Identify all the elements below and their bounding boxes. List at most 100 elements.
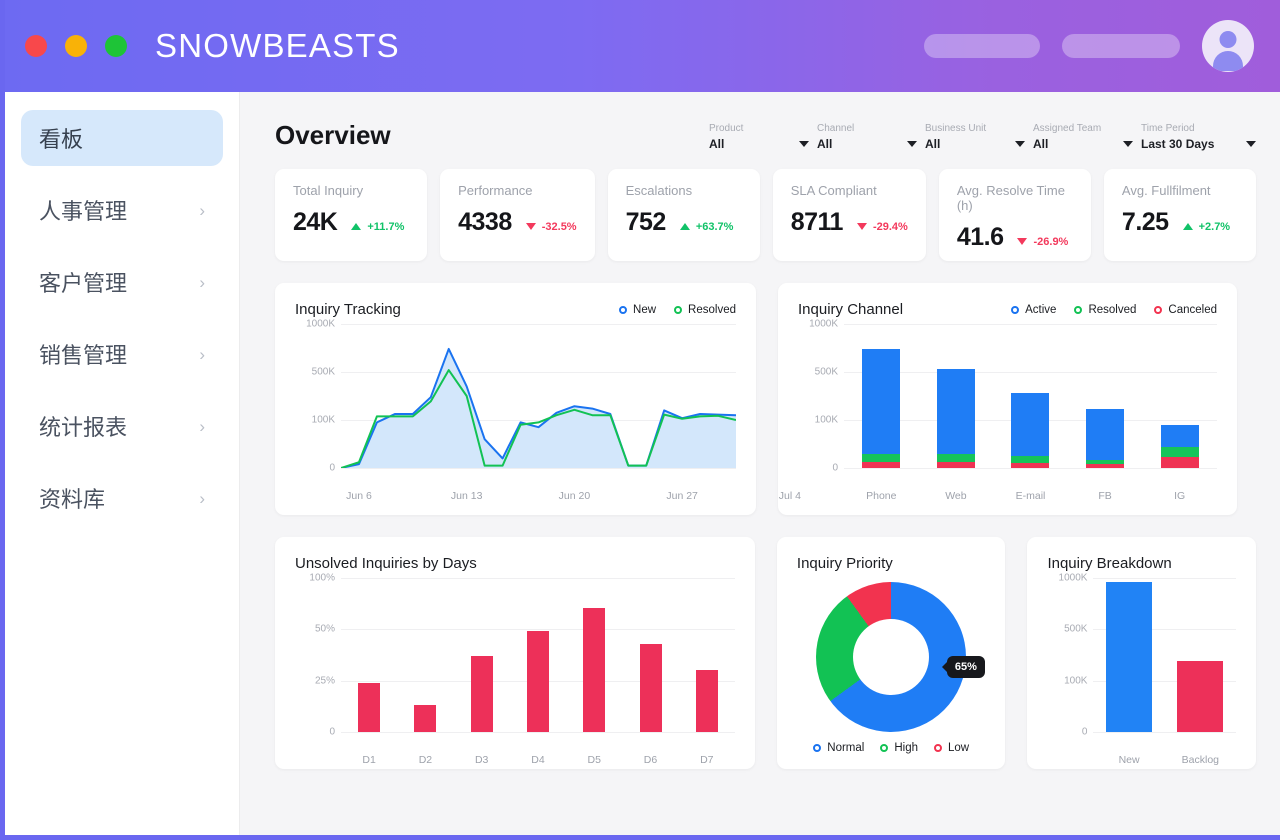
sidebar-item-hr[interactable]: 人事管理 › (21, 182, 223, 238)
chart-title: Inquiry Tracking (295, 301, 401, 318)
kpi-card-avg-resolve-time[interactable]: Avg. Resolve Time (h) 41.6 -26.9% (938, 169, 1091, 261)
bar[interactable] (358, 682, 381, 732)
donut-tooltip: 65% (946, 656, 985, 678)
kpi-card-sla-compliant[interactable]: SLA Compliant 8711 -29.4% (772, 169, 926, 261)
bar-segment-active (1086, 408, 1125, 461)
kpi-row: Total Inquiry 24K +11.7% Performance 433… (275, 169, 1257, 261)
avatar-head-icon (1219, 31, 1237, 48)
page-title: Overview (275, 120, 391, 150)
y-axis-tick-label: 500K (814, 366, 838, 378)
main-content: Overview Product All Channel All Busines… (240, 92, 1280, 835)
x-axis-tick-label: Backlog (1181, 754, 1220, 766)
stacked-bar[interactable] (936, 369, 975, 468)
bar[interactable] (1106, 582, 1153, 732)
y-axis-tick-label: 500K (1064, 623, 1088, 635)
filter-business-unit[interactable]: Business Unit All (925, 123, 1033, 151)
x-axis-tick-label: Jun 20 (558, 490, 591, 502)
legend-item-low[interactable]: Low (933, 742, 969, 754)
filter-product[interactable]: Product All (709, 123, 817, 151)
filter-value: Last 30 Days (1141, 137, 1215, 151)
legend-item-normal[interactable]: Normal (813, 742, 864, 754)
kpi-card-total-inquiry[interactable]: Total Inquiry 24K +11.7% (275, 169, 428, 261)
y-axis-tick-label: 100K (814, 414, 838, 426)
filter-assigned-team[interactable]: Assigned Team All (1033, 123, 1141, 151)
stacked-bar[interactable] (862, 349, 901, 468)
stacked-bar[interactable] (1011, 392, 1050, 468)
kpi-card-performance[interactable]: Performance 4338 -32.5% (440, 169, 595, 261)
kpi-card-escalations[interactable]: Escalations 752 +63.7% (607, 169, 760, 261)
minimize-window-button[interactable] (65, 35, 87, 57)
y-axis-tick-label: 1000K (809, 318, 838, 330)
sidebar-item-sales[interactable]: 销售管理 › (21, 326, 223, 382)
bar[interactable] (1177, 661, 1224, 732)
bar-slot (397, 578, 453, 732)
title-bar-right (924, 20, 1254, 72)
stacked-bar[interactable] (1160, 425, 1199, 468)
filter-time-period[interactable]: Time Period Last 30 Days (1141, 123, 1256, 151)
close-window-button[interactable] (25, 35, 47, 57)
bar[interactable] (414, 705, 437, 732)
bar-segment-active (862, 349, 901, 454)
legend-item-active[interactable]: Active (1011, 304, 1056, 316)
chart-legend: Active Resolved Canceled (1011, 304, 1217, 316)
y-axis-tick-label: 0 (832, 462, 838, 474)
sidebar-item-kanban[interactable]: 看板 (21, 110, 223, 166)
bar[interactable] (526, 631, 549, 732)
maximize-window-button[interactable] (105, 35, 127, 57)
sidebar-item-label: 资料库 (39, 487, 106, 512)
y-axis-tick-label: 100% (309, 572, 335, 584)
bar[interactable] (470, 656, 493, 732)
bar-segment-resolved (1011, 456, 1050, 463)
legend-item-resolved[interactable]: Resolved (674, 304, 736, 316)
kpi-delta: +63.7% (679, 221, 733, 233)
legend-marker-icon (933, 744, 942, 752)
sidebar-item-label: 看板 (39, 127, 84, 152)
bar-slot (341, 578, 397, 732)
sidebar-item-customers[interactable]: 客户管理 › (21, 254, 223, 310)
bar-slot (844, 324, 919, 468)
legend-item-new[interactable]: New (619, 304, 656, 316)
filter-bar: Product All Channel All Business Unit Al… (709, 123, 1256, 151)
sidebar-item-reports[interactable]: 统计报表 › (21, 398, 223, 454)
grid-line (341, 732, 735, 733)
bar-segment-canceled (1160, 457, 1199, 468)
bar[interactable] (695, 670, 718, 732)
chevron-right-icon: › (199, 200, 205, 220)
y-axis-tick-label: 0 (329, 462, 335, 474)
x-axis-tick-label: E-mail (1015, 490, 1046, 502)
kpi-label: Total Inquiry (293, 183, 364, 198)
filter-channel[interactable]: Channel All (817, 123, 925, 151)
legend-item-resolved[interactable]: Resolved (1074, 304, 1136, 316)
chart-plot-area: 0 100K 500K 1000K New Backlog (1047, 573, 1236, 766)
x-axis-tick-label: Jun 13 (450, 490, 483, 502)
arrow-up-icon (351, 223, 362, 230)
kpi-label: SLA Compliant (790, 183, 877, 198)
sidebar-item-library[interactable]: 资料库 › (21, 470, 223, 526)
chevron-right-icon: › (199, 416, 205, 436)
bar-slot (679, 578, 735, 732)
bar-segment-canceled (862, 462, 901, 468)
donut-chart[interactable] (816, 582, 967, 732)
x-axis-tick-label: New (1118, 754, 1140, 766)
kpi-card-avg-fullfilment[interactable]: Avg. Fullfilment 7.25 +2.7% (1103, 169, 1257, 261)
avatar[interactable] (1202, 20, 1254, 72)
app-brand-title: SNOWBEASTS (155, 27, 400, 64)
legend-item-canceled[interactable]: Canceled (1154, 304, 1217, 316)
legend-item-high[interactable]: High (880, 742, 918, 754)
x-axis-tick-label: D4 (531, 754, 545, 766)
line-series-group (341, 347, 736, 468)
chart-legend: New Resolved (619, 304, 736, 316)
kpi-label: Avg. Fullfilment (1121, 183, 1211, 198)
header-placeholder-pill-2[interactable] (1062, 34, 1180, 58)
header-placeholder-pill-1[interactable] (924, 34, 1040, 58)
grid-line (844, 468, 1217, 469)
stacked-bar[interactable] (1086, 408, 1125, 468)
kpi-value: 41.6 (956, 223, 1004, 251)
bar[interactable] (583, 607, 606, 732)
x-axis-tick-label: D5 (587, 754, 601, 766)
arrow-down-icon (1017, 238, 1028, 245)
x-axis-tick-label: Phone (866, 490, 897, 502)
kpi-label: Performance (458, 183, 533, 198)
bar[interactable] (639, 643, 662, 732)
filter-label: Channel (817, 123, 855, 134)
